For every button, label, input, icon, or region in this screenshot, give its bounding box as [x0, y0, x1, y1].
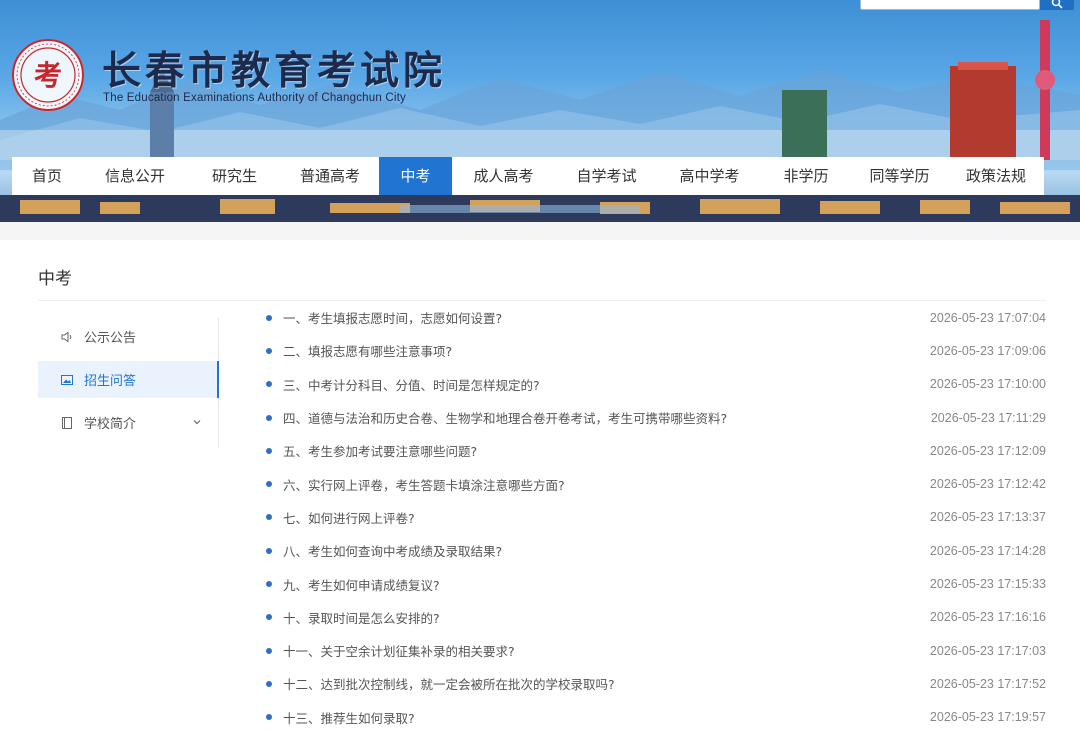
bullet-dot: [266, 680, 272, 687]
article-date: 2026-05-23 17:10:00: [929, 377, 1046, 392]
article-date: 2026-05-23 17:09:06: [929, 343, 1046, 358]
sidebar: 公示公告 招生问答 学校简介: [38, 318, 219, 448]
list-item[interactable]: 十一、关于空余计划征集补录的相关要求? 2026-05-23 17:17:03: [266, 634, 1046, 667]
article-title[interactable]: 十、录取时间是怎么安排的?: [283, 608, 440, 627]
sidebar-item-school-intro[interactable]: 学校简介: [38, 404, 218, 441]
article-title[interactable]: 一、考生填报志愿时间，志愿如何设置?: [283, 308, 502, 327]
page-title: 中考: [38, 269, 72, 289]
nav-item-zhongkao[interactable]: 中考: [379, 157, 452, 195]
list-item[interactable]: 八、考生如何查询中考成绩及录取结果? 2026-05-23 17:14:28: [266, 534, 1046, 567]
sidebar-item-admission-qa[interactable]: 招生问答: [38, 361, 219, 398]
article-title[interactable]: 十三、推荐生如何录取?: [283, 708, 415, 727]
document-icon: [60, 416, 74, 430]
site-title: 长春市教育考试院: [102, 49, 447, 94]
list-item[interactable]: 一、考生填报志愿时间，志愿如何设置? 2026-05-23 17:07:04: [266, 301, 1046, 334]
list-item[interactable]: 十三、推荐生如何录取? 2026-05-23 17:19:57: [266, 701, 1046, 734]
bullet-dot: [266, 647, 272, 654]
qa-article-list: 一、考生填报志愿时间，志愿如何设置? 2026-05-23 17:07:04 二、…: [266, 301, 1046, 734]
article-date: 2026-05-23 17:12:09: [929, 443, 1046, 458]
list-item[interactable]: 四、道德与法治和历史合卷、生物学和地理合卷开卷考试，考生可携带哪些资料? 2026…: [266, 401, 1046, 434]
article-title[interactable]: 九、考生如何申请成绩复议?: [283, 575, 440, 594]
main-nav: 首页 信息公开 研究生 普通高考 中考 成人高考 自学考试 高中学考 非学历 同…: [12, 157, 1044, 195]
nav-item-non-degree[interactable]: 非学历: [761, 157, 851, 195]
speaker-icon: [60, 330, 74, 344]
nav-item-info-disclosure[interactable]: 信息公开: [82, 157, 188, 195]
article-title[interactable]: 十一、关于空余计划征集补录的相关要求?: [283, 641, 515, 660]
article-title[interactable]: 八、考生如何查询中考成绩及录取结果?: [283, 541, 502, 560]
article-title[interactable]: 二、填报志愿有哪些注意事项?: [283, 341, 452, 360]
site-subtitle: The Education Examinations Authority of …: [103, 92, 406, 104]
list-item[interactable]: 六、实行网上评卷，考生答题卡填涂注意哪些方面? 2026-05-23 17:12:…: [266, 467, 1046, 500]
search-input[interactable]: [860, 0, 1040, 10]
article-date: 2026-05-23 17:07:04: [929, 310, 1046, 325]
article-date: 2026-05-23 17:17:03: [929, 643, 1046, 658]
bullet-dot: [266, 581, 272, 588]
nav-item-adult-exam[interactable]: 成人高考: [452, 157, 555, 195]
bullet-dot: [266, 481, 272, 488]
nav-item-equivalent-degree[interactable]: 同等学历: [851, 157, 948, 195]
sidebar-item-label: 学校简介: [84, 417, 137, 432]
sidebar-item-label: 招生问答: [84, 374, 137, 389]
header-banner: 考 长春市教育考试院 The Education Examinations Au…: [0, 0, 1080, 222]
list-item[interactable]: 七、如何进行网上评卷? 2026-05-23 17:13:37: [266, 501, 1046, 534]
list-item[interactable]: 三、中考计分科目、分值、时间是怎样规定的? 2026-05-23 17:10:00: [266, 368, 1046, 401]
bullet-dot: [266, 314, 272, 321]
list-item[interactable]: 九、考生如何申请成绩复议? 2026-05-23 17:15:33: [266, 567, 1046, 600]
article-title[interactable]: 七、如何进行网上评卷?: [283, 508, 415, 527]
bullet-dot: [266, 381, 272, 388]
photo-icon: [60, 373, 74, 387]
article-date: 2026-05-23 17:14:28: [929, 543, 1046, 558]
search-button[interactable]: [1040, 0, 1074, 10]
sidebar-item-announcements[interactable]: 公示公告: [38, 318, 218, 355]
article-title[interactable]: 五、考生参加考试要注意哪些问题?: [283, 441, 477, 460]
chevron-down-icon[interactable]: [192, 416, 202, 431]
bullet-dot: [266, 614, 272, 621]
article-title[interactable]: 四、道德与法治和历史合卷、生物学和地理合卷开卷考试，考生可携带哪些资料?: [283, 408, 727, 427]
bullet-dot: [266, 347, 272, 354]
list-item[interactable]: 五、考生参加考试要注意哪些问题? 2026-05-23 17:12:09: [266, 434, 1046, 467]
nav-item-graduate[interactable]: 研究生: [188, 157, 281, 195]
list-item[interactable]: 十二、达到批次控制线，就一定会被所在批次的学校录取吗? 2026-05-23 17…: [266, 667, 1046, 700]
article-date: 2026-05-23 17:11:29: [930, 410, 1046, 425]
list-item[interactable]: 二、填报志愿有哪些注意事项? 2026-05-23 17:09:06: [266, 334, 1046, 367]
nav-item-home[interactable]: 首页: [12, 157, 82, 195]
article-date: 2026-05-23 17:12:42: [929, 477, 1046, 492]
bullet-dot: [266, 514, 272, 521]
nav-item-high-school-exam[interactable]: 高中学考: [658, 157, 761, 195]
article-title[interactable]: 六、实行网上评卷，考生答题卡填涂注意哪些方面?: [283, 475, 565, 494]
bullet-dot: [266, 547, 272, 554]
institution-seal-logo: 考: [12, 39, 84, 111]
nav-item-policy-law[interactable]: 政策法规: [948, 157, 1044, 195]
search-icon: [1051, 0, 1063, 9]
article-date: 2026-05-23 17:19:57: [929, 710, 1046, 725]
main-content: 中考 公示公告 招生问答 学校简介 一、考生填报志愿时间，志愿如何设置? 2026…: [0, 240, 1080, 739]
bullet-dot: [266, 714, 272, 721]
article-date: 2026-05-23 17:15:33: [929, 577, 1046, 592]
article-title[interactable]: 三、中考计分科目、分值、时间是怎样规定的?: [283, 375, 540, 394]
bullet-dot: [266, 414, 272, 421]
bullet-dot: [266, 447, 272, 454]
article-date: 2026-05-23 17:17:52: [929, 676, 1046, 691]
nav-item-gaokao[interactable]: 普通高考: [281, 157, 379, 195]
article-title[interactable]: 十二、达到批次控制线，就一定会被所在批次的学校录取吗?: [283, 674, 615, 693]
sidebar-item-label: 公示公告: [84, 331, 137, 346]
article-date: 2026-05-23 17:13:37: [929, 510, 1046, 525]
svg-text:考: 考: [34, 59, 62, 92]
article-date: 2026-05-23 17:16:16: [929, 610, 1046, 625]
nav-item-self-study-exam[interactable]: 自学考试: [555, 157, 658, 195]
list-item[interactable]: 十、录取时间是怎么安排的? 2026-05-23 17:16:16: [266, 601, 1046, 634]
